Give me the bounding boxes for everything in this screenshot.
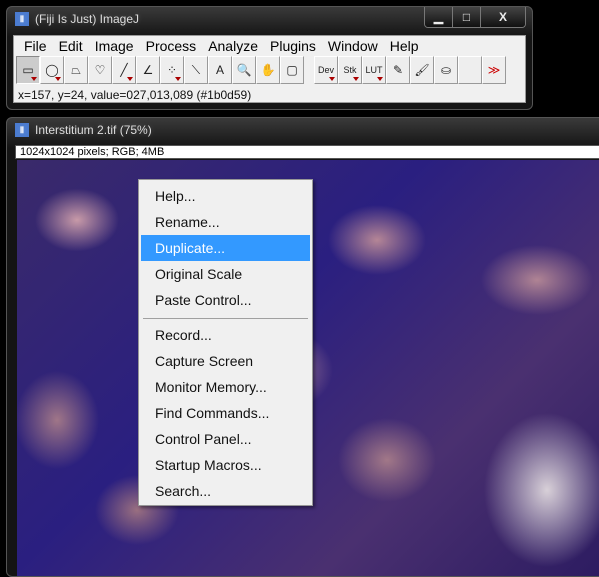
- brush-tool[interactable]: 🖌: [410, 56, 434, 84]
- dropper-tool[interactable]: ▢: [280, 56, 304, 84]
- status-bar: x=157, y=24, value=027,013,089 (#1b0d59): [18, 88, 252, 102]
- minimize-button[interactable]: ▁: [425, 7, 453, 27]
- text-tool[interactable]: A: [208, 56, 232, 84]
- dropper-tool-icon: ▢: [286, 63, 298, 77]
- line-tool-icon: ╱: [120, 63, 128, 77]
- menu-item-monitor-memory[interactable]: Monitor Memory...: [141, 374, 310, 400]
- menu-item-search[interactable]: Search...: [141, 478, 310, 504]
- point-tool-icon: ⁘: [166, 63, 178, 77]
- polygon-tool[interactable]: ⏢: [64, 56, 88, 84]
- blank-tool[interactable]: [458, 56, 482, 84]
- menu-edit[interactable]: Edit: [53, 38, 89, 54]
- dev-menu-icon: Dev: [317, 65, 334, 75]
- window-title: (Fiji Is Just) ImageJ: [35, 12, 140, 26]
- menu-separator: [143, 318, 308, 319]
- imagej-main-window: Ⅱ (Fiji Is Just) ImageJ ▁ □ X File Edit Ima…: [6, 6, 533, 110]
- stk-menu-icon: Stk: [343, 65, 357, 75]
- flood-fill-tool-icon: ⛀: [440, 63, 452, 77]
- hand-tool-icon: ✋: [260, 63, 276, 77]
- dropdown-arrow-icon: [175, 77, 181, 81]
- menu-bar: File Edit Image Process Analyze Plugins Window…: [14, 36, 525, 56]
- angle-tool[interactable]: ∠: [136, 56, 160, 84]
- magnifier-tool-icon: 🔍: [236, 63, 252, 77]
- image-title-bar[interactable]: Ⅱ Interstitium 2.tif (75%): [15, 123, 152, 137]
- dev-menu[interactable]: Dev: [314, 56, 338, 84]
- menu-item-rename[interactable]: Rename...: [141, 209, 310, 235]
- menu-file[interactable]: File: [18, 38, 53, 54]
- point-tool[interactable]: ⁘: [160, 56, 184, 84]
- dropdown-arrow-icon: [127, 77, 133, 81]
- menu-analyze[interactable]: Analyze: [202, 38, 264, 54]
- magnifier-tool[interactable]: 🔍: [232, 56, 256, 84]
- lut-menu[interactable]: LUT: [362, 56, 386, 84]
- image-title: Interstitium 2.tif (75%): [35, 123, 152, 137]
- maximize-button[interactable]: □: [453, 7, 481, 27]
- dropdown-arrow-icon: [55, 77, 61, 81]
- dropdown-arrow-icon: [377, 77, 383, 81]
- more-tools-icon: ≫: [487, 63, 501, 77]
- context-menu: Help... Rename... Duplicate... Original Sca…: [138, 179, 313, 506]
- toolbar: ▭ ◯ ⏢ ♡ ╱ ∠ ⁘ ⟍ A 🔍 ✋ ▢ Dev Stk LUT ✎ 🖌 ⛀ ≫: [14, 56, 525, 85]
- freehand-tool[interactable]: ♡: [88, 56, 112, 84]
- line-tool[interactable]: ╱: [112, 56, 136, 84]
- menu-item-original-scale[interactable]: Original Scale: [141, 261, 310, 287]
- lut-menu-icon: LUT: [365, 65, 383, 75]
- title-bar[interactable]: Ⅱ (Fiji Is Just) ImageJ: [15, 12, 139, 26]
- image-info: 1024x1024 pixels; RGB; 4MB: [15, 145, 599, 159]
- menu-item-help[interactable]: Help...: [141, 183, 310, 209]
- oval-tool[interactable]: ◯: [40, 56, 64, 84]
- menu-item-paste-control[interactable]: Paste Control...: [141, 287, 310, 313]
- menu-item-control-panel[interactable]: Control Panel...: [141, 426, 310, 452]
- more-tools[interactable]: ≫: [482, 56, 506, 84]
- text-tool-icon: A: [215, 63, 224, 77]
- flood-fill-tool[interactable]: ⛀: [434, 56, 458, 84]
- dropdown-arrow-icon: [353, 77, 359, 81]
- menu-image[interactable]: Image: [89, 38, 140, 54]
- brush-tool-icon: 🖌: [414, 63, 430, 77]
- fiji-icon: Ⅱ: [15, 12, 29, 26]
- menu-item-record[interactable]: Record...: [141, 322, 310, 348]
- pencil-tool[interactable]: ✎: [386, 56, 410, 84]
- menu-item-duplicate[interactable]: Duplicate...: [141, 235, 310, 261]
- dropdown-arrow-icon: [31, 77, 37, 81]
- stk-menu[interactable]: Stk: [338, 56, 362, 84]
- wand-tool[interactable]: ⟍: [184, 56, 208, 84]
- menu-item-find-commands[interactable]: Find Commands...: [141, 400, 310, 426]
- hand-tool[interactable]: ✋: [256, 56, 280, 84]
- menu-window[interactable]: Window: [322, 38, 384, 54]
- angle-tool-icon: ∠: [142, 63, 154, 77]
- close-button[interactable]: X: [481, 7, 525, 27]
- menu-plugins[interactable]: Plugins: [264, 38, 322, 54]
- oval-tool-icon: ◯: [45, 63, 59, 77]
- wand-tool-icon: ⟍: [191, 62, 201, 77]
- menu-item-startup-macros[interactable]: Startup Macros...: [141, 452, 310, 478]
- fiji-icon: Ⅱ: [15, 123, 29, 137]
- rectangle-tool[interactable]: ▭: [16, 56, 40, 84]
- menu-help[interactable]: Help: [384, 38, 425, 54]
- rectangle-tool-icon: ▭: [22, 63, 34, 77]
- freehand-tool-icon: ♡: [94, 63, 106, 77]
- menu-item-capture-screen[interactable]: Capture Screen: [141, 348, 310, 374]
- polygon-tool-icon: ⏢: [71, 62, 81, 77]
- dropdown-arrow-icon: [329, 77, 335, 81]
- menu-process[interactable]: Process: [140, 38, 203, 54]
- pencil-tool-icon: ✎: [392, 63, 404, 77]
